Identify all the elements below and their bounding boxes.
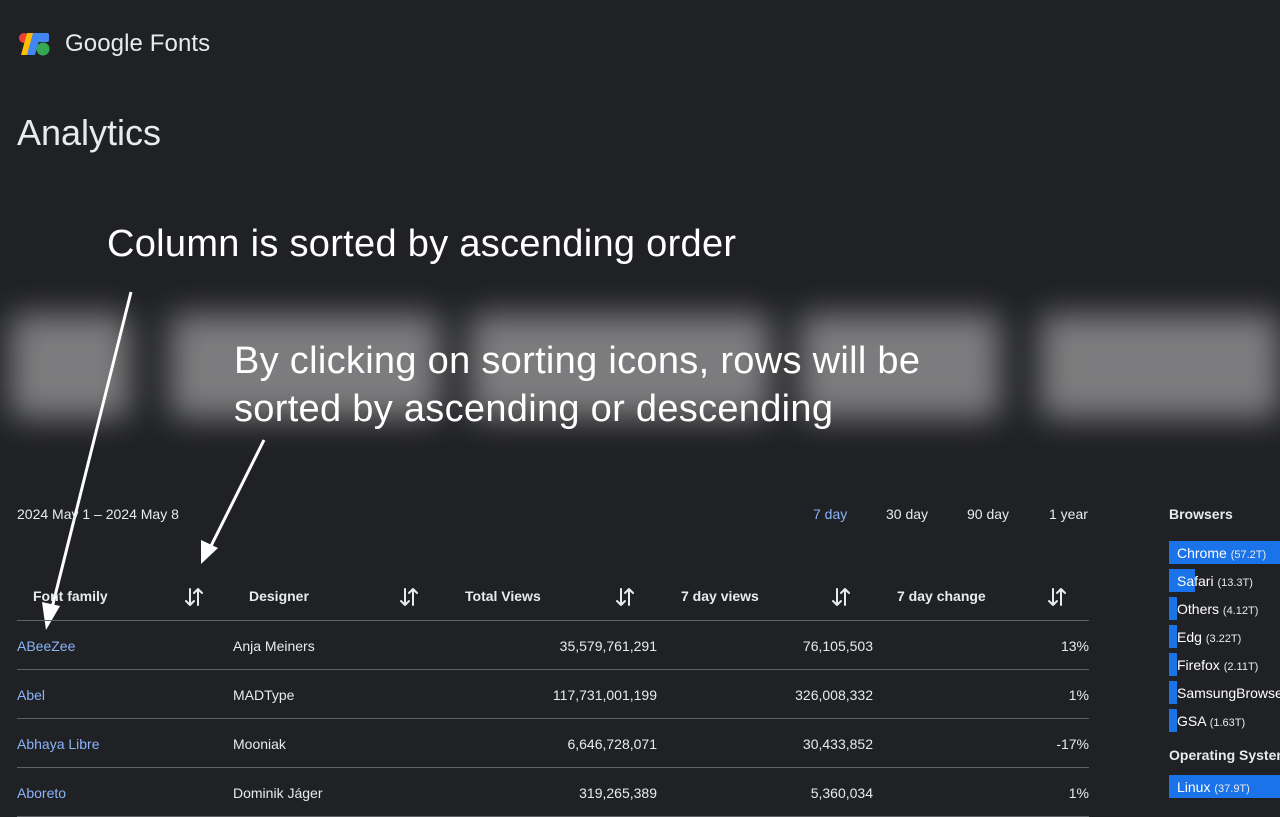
browser-value: (1.63T) <box>1209 717 1246 729</box>
bar-fill <box>1169 709 1177 732</box>
browser-name: Firefox <box>1177 657 1220 673</box>
7-day-change-cell: -17% <box>1056 736 1089 752</box>
browser-value: (3.22T) <box>1205 633 1242 645</box>
os-name: Linux <box>1177 779 1211 795</box>
period-selector: 7 day 30 day 90 day 1 year <box>0 506 1089 526</box>
sort-arrows-icon[interactable] <box>613 585 637 609</box>
browser-bar[interactable]: GSA (1.63T) <box>1169 709 1280 737</box>
annotation-sorting-icons: By clicking on sorting icons, rows will … <box>234 340 921 430</box>
7-day-views-cell: 30,433,852 <box>802 736 873 752</box>
7-day-views-cell: 76,105,503 <box>802 638 873 654</box>
annotation-arrow-2 <box>208 439 266 549</box>
table-row: Aboreto Dominik Jáger 319,265,389 5,360,… <box>17 768 1089 817</box>
total-views-cell: 35,579,761,291 <box>559 638 657 654</box>
table-header: Font family Designer Total Views 7 day v… <box>17 570 1089 621</box>
annotation-sorted-ascending: Column is sorted by ascending order <box>107 223 737 265</box>
7-day-views-cell: 5,360,034 <box>810 785 873 801</box>
os-title: Operating Systems <box>1169 747 1280 763</box>
app-name: Google Fonts <box>65 30 211 57</box>
bar-fill <box>1169 597 1177 620</box>
font-analytics-table: Font family Designer Total Views 7 day v… <box>17 570 1089 817</box>
column-header-designer[interactable]: Designer <box>249 588 309 604</box>
7-day-change-cell: 1% <box>1068 687 1089 703</box>
designer-cell: Dominik Jáger <box>233 785 323 801</box>
period-90-day[interactable]: 90 day <box>967 506 1009 522</box>
column-header-font-family[interactable]: Font family <box>33 588 108 604</box>
browser-bar[interactable]: Safari (13.3T) <box>1169 569 1280 597</box>
annotation-arrowhead-2 <box>201 540 218 564</box>
font-family-link[interactable]: ABeeZee <box>17 638 75 654</box>
browsers-bars: Chrome (57.2T) Safari (13.3T) Others (4.… <box>1169 541 1280 737</box>
os-value: (37.9T) <box>1214 783 1250 795</box>
browser-name: GSA <box>1177 713 1206 729</box>
browser-value: (57.2T) <box>1230 549 1267 561</box>
browser-name: Chrome <box>1177 545 1227 561</box>
period-7-day[interactable]: 7 day <box>813 506 847 522</box>
sort-arrows-icon[interactable] <box>829 585 853 609</box>
column-header-7-day-change[interactable]: 7 day change <box>897 588 986 604</box>
period-1-year[interactable]: 1 year <box>1049 506 1088 522</box>
total-views-cell: 117,731,001,199 <box>552 687 657 703</box>
table-row: ABeeZee Anja Meiners 35,579,761,291 76,1… <box>17 621 1089 670</box>
side-panel: Browsers Chrome (57.2T) Safari (13.3T) O… <box>1169 506 1280 803</box>
google-fonts-logo[interactable]: Google Fonts <box>17 29 210 59</box>
sort-arrows-icon[interactable] <box>182 585 206 609</box>
font-family-link[interactable]: Abhaya Libre <box>17 736 100 752</box>
os-bar[interactable]: Linux (37.9T) <box>1169 775 1280 803</box>
designer-cell: Anja Meiners <box>233 638 315 654</box>
browser-bar[interactable]: Edg (3.22T) <box>1169 625 1280 653</box>
browser-name: Safari <box>1177 573 1214 589</box>
table-row: Abel MADType 117,731,001,199 326,008,332… <box>17 670 1089 719</box>
browser-bar[interactable]: Chrome (57.2T) <box>1169 541 1280 569</box>
7-day-views-cell: 326,008,332 <box>795 687 873 703</box>
browser-bar[interactable]: Firefox (2.11T) <box>1169 653 1280 681</box>
bar-fill <box>1169 625 1177 648</box>
browsers-title: Browsers <box>1169 506 1233 522</box>
column-header-total-views[interactable]: Total Views <box>465 588 541 604</box>
browser-name: Edg <box>1177 629 1202 645</box>
total-views-cell: 6,646,728,071 <box>567 736 657 752</box>
font-family-link[interactable]: Aboreto <box>17 785 66 801</box>
period-30-day[interactable]: 30 day <box>886 506 928 522</box>
total-views-cell: 319,265,389 <box>579 785 657 801</box>
browser-value: (4.12T) <box>1222 605 1259 617</box>
os-bars: Linux (37.9T) <box>1169 775 1280 803</box>
browser-name: SamsungBrowser <box>1177 685 1280 701</box>
browser-name: Others <box>1177 601 1220 617</box>
sort-arrows-icon[interactable] <box>397 585 421 609</box>
font-family-link[interactable]: Abel <box>17 687 45 703</box>
sort-arrows-icon[interactable] <box>1045 585 1069 609</box>
browser-bar[interactable]: Others (4.12T) <box>1169 597 1280 625</box>
designer-cell: MADType <box>233 687 295 703</box>
table-row: Abhaya Libre Mooniak 6,646,728,071 30,43… <box>17 719 1089 768</box>
bar-fill <box>1169 653 1177 676</box>
browser-value: (2.11T) <box>1223 661 1259 673</box>
browser-value: (13.3T) <box>1217 577 1253 589</box>
browser-bar[interactable]: SamsungBrowser <box>1169 681 1280 709</box>
column-header-7-day-views[interactable]: 7 day views <box>681 588 759 604</box>
bar-fill <box>1169 681 1177 704</box>
page-title: Analytics <box>17 112 162 153</box>
designer-cell: Mooniak <box>233 736 286 752</box>
google-fonts-logo-icon <box>17 29 51 59</box>
7-day-change-cell: 13% <box>1060 638 1089 654</box>
7-day-change-cell: 1% <box>1068 785 1089 801</box>
annotation-arrow-1 <box>49 291 133 613</box>
